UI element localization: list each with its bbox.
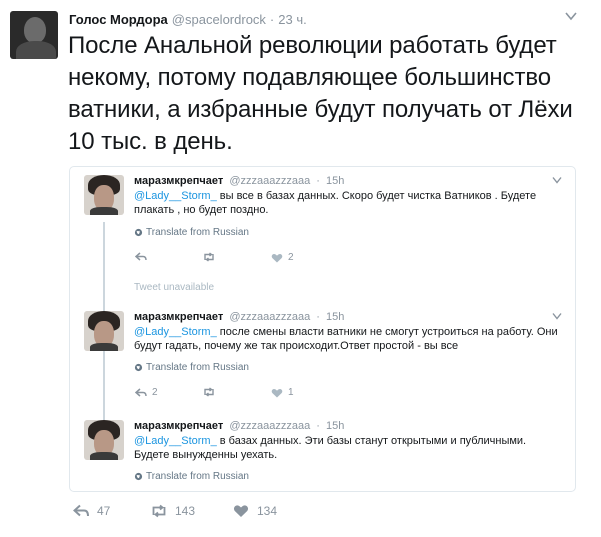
reply-actions: 2 1 <box>134 387 394 401</box>
translate-link[interactable]: Translate from Russian <box>134 227 249 238</box>
mention-link[interactable]: @Lady__Storm_ <box>134 190 217 202</box>
reply-author-handle[interactable]: @zzzaaazzzaaa <box>229 175 310 187</box>
reply-separator: · <box>316 311 320 323</box>
like-button[interactable]: 2 <box>271 252 294 263</box>
heart-icon <box>233 505 249 517</box>
reply-text: @Lady__Storm_ в базах данных. Эти базы с… <box>134 434 564 462</box>
avatar-body-shape <box>16 41 56 59</box>
reply-header: маразмкрепчает @zzzaaazzzaaa · 15h <box>134 311 344 323</box>
retweet-button[interactable]: 143 <box>151 504 195 518</box>
retweet-icon <box>152 504 166 518</box>
translate-label: Translate from Russian <box>146 227 249 238</box>
retweet-icon <box>204 252 214 262</box>
like-count: 1 <box>288 387 294 398</box>
like-count: 2 <box>288 252 294 263</box>
tweet-header: Голос Мордора @spacelordrock · 23 ч. <box>69 12 307 30</box>
tweet-text: После Анальной революции работать будет … <box>68 32 573 155</box>
globe-icon <box>134 228 143 237</box>
translate-link[interactable]: Translate from Russian <box>134 471 249 482</box>
chevron-down-icon[interactable] <box>552 312 562 320</box>
reply-count: 2 <box>152 387 158 398</box>
avatar-head-shape <box>24 17 46 43</box>
reply-avatar[interactable] <box>84 420 124 460</box>
header-separator: · <box>269 12 275 27</box>
like-button[interactable]: 1 <box>271 387 294 398</box>
reply-timestamp[interactable]: 15h <box>326 175 344 187</box>
like-count: 134 <box>257 504 278 518</box>
reply-button[interactable]: 47 <box>73 504 110 518</box>
avatar-neck-shape <box>90 452 118 460</box>
tweet-unavailable-notice: Tweet unavailable <box>134 282 215 293</box>
reply-text: @Lady__Storm_ после смены власти ватники… <box>134 325 564 353</box>
translate-label: Translate from Russian <box>146 471 249 482</box>
avatar-neck-shape <box>90 207 118 215</box>
reply-author-handle[interactable]: @zzzaaazzzaaa <box>229 311 310 323</box>
reply-avatar[interactable] <box>84 175 124 215</box>
author-handle[interactable]: @spacelordrock <box>172 12 266 27</box>
translate-link[interactable]: Translate from Russian <box>134 362 249 373</box>
reply-separator: · <box>316 420 320 432</box>
reply-header: маразмкрепчает @zzzaaazzzaaa · 15h <box>134 175 344 187</box>
reply-timestamp[interactable]: 15h <box>326 311 344 323</box>
reply-text: @Lady__Storm_ вы все в базах данных. Ско… <box>134 189 564 217</box>
avatar-neck-shape <box>90 343 118 351</box>
globe-icon <box>134 472 143 481</box>
like-button[interactable]: 134 <box>233 504 277 518</box>
reply-timestamp[interactable]: 15h <box>326 420 344 432</box>
heart-icon <box>271 253 283 262</box>
reply-icon <box>135 252 147 261</box>
author-avatar[interactable] <box>10 11 58 59</box>
tweet: Голос Мордора @spacelordrock · 23 ч. Пос… <box>0 0 601 537</box>
reply-author-name[interactable]: маразмкрепчает <box>134 175 223 187</box>
reply-author-name[interactable]: маразмкрепчает <box>134 311 223 323</box>
retweet-button[interactable] <box>203 252 220 262</box>
thread-reply[interactable]: маразмкрепчает @zzzaaazzzaaa · 15h @Lady… <box>84 311 564 401</box>
translate-label: Translate from Russian <box>146 362 249 373</box>
retweet-button[interactable] <box>203 387 220 397</box>
reply-author-name[interactable]: маразмкрепчает <box>134 420 223 432</box>
reply-icon <box>73 504 89 517</box>
mention-link[interactable]: @Lady__Storm_ <box>134 435 217 447</box>
reply-icon <box>135 387 147 397</box>
heart-icon <box>271 388 283 397</box>
chevron-down-icon[interactable] <box>565 11 577 21</box>
thread-reply[interactable]: маразмкрепчает @zzzaaazzzaaa · 15h @Lady… <box>84 175 564 270</box>
thread-reply[interactable]: маразмкрепчает @zzzaaazzzaaa · 15h @Lady… <box>84 420 564 486</box>
tweet-timestamp[interactable]: 23 ч. <box>278 12 306 27</box>
reply-header: маразмкрепчает @zzzaaazzzaaa · 15h <box>134 420 344 432</box>
tweet-actions: 47 143 134 <box>73 504 353 524</box>
retweet-icon <box>204 387 214 397</box>
reply-actions: 2 <box>134 252 394 266</box>
chevron-down-icon[interactable] <box>552 176 562 184</box>
reply-button[interactable] <box>135 252 152 262</box>
globe-icon <box>134 363 143 372</box>
retweet-count: 143 <box>175 504 196 518</box>
reply-separator: · <box>316 175 320 187</box>
reply-button[interactable]: 2 <box>135 387 158 398</box>
reply-count: 47 <box>97 504 111 518</box>
reply-author-handle[interactable]: @zzzaaazzzaaa <box>229 420 310 432</box>
mention-link[interactable]: @Lady__Storm_ <box>134 326 217 338</box>
author-name[interactable]: Голос Мордора <box>69 12 168 27</box>
reply-avatar[interactable] <box>84 311 124 351</box>
